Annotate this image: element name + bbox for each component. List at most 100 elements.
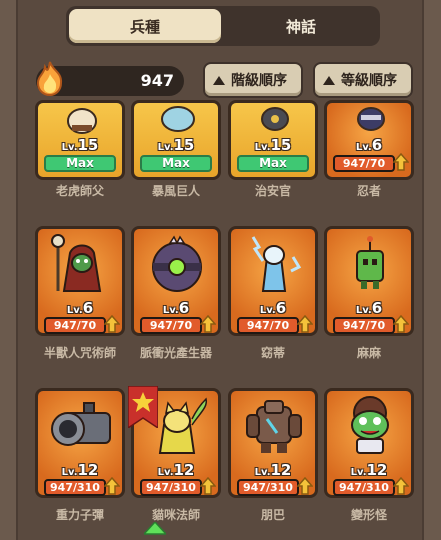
level-prefix: Lv. <box>157 142 174 153</box>
flame-icon <box>36 61 63 96</box>
ice-spirit-icon <box>251 236 302 292</box>
upgrade-arrow-icon <box>200 315 216 333</box>
unit-name: 暴風巨人 <box>151 184 200 198</box>
level-value: 6 <box>275 299 287 317</box>
level-value: 12 <box>77 461 99 479</box>
progress-bar: 947/310 <box>237 479 299 496</box>
shapeshifter-icon <box>351 396 389 454</box>
progress-bar: 947/70 <box>44 317 106 334</box>
unit-name: 麻麻 <box>356 346 381 360</box>
progress-text: 947/70 <box>53 319 97 332</box>
level-prefix: Lv. <box>355 305 372 316</box>
level-prefix: Lv. <box>254 467 271 478</box>
progress-bar: 947/310 <box>140 479 202 496</box>
sort-by-rank-label: 階級順序 <box>231 73 287 89</box>
max-badge: Max <box>44 155 116 172</box>
unit-name: 重力子彈 <box>55 508 104 522</box>
unit-card[interactable]: Lv.6 947/70 <box>35 226 125 336</box>
golem-icon <box>246 400 302 453</box>
unit-name: 脈衝光產生器 <box>139 346 212 360</box>
upgrade-arrow-icon <box>104 315 120 333</box>
cactus-robot-icon <box>356 236 384 289</box>
level-prefix: Lv. <box>350 467 367 478</box>
upgrade-arrow-icon <box>297 315 313 333</box>
unit-card[interactable]: Lv.12 947/310 <box>35 388 125 498</box>
progress-text: 947/310 <box>50 481 100 494</box>
unit-card[interactable]: Lv.15 Max <box>131 100 221 180</box>
unit-name: 治安官 <box>254 184 291 198</box>
pulse-generator-icon <box>152 235 202 292</box>
tiger-master-icon <box>67 108 97 134</box>
upgrade-arrow-icon <box>104 477 120 495</box>
level-prefix: Lv. <box>61 467 78 478</box>
progress-bar: 947/70 <box>140 317 202 334</box>
progress-bar: 947/70 <box>333 317 395 334</box>
unit-card[interactable]: Lv.6 947/70 <box>228 226 318 336</box>
level-prefix: Lv. <box>66 305 83 316</box>
unit-name: 貓咪法師 <box>151 508 200 522</box>
unit-card[interactable]: Lv.12 947/310 <box>324 388 414 498</box>
tab-bar: 兵種 神話 <box>66 6 380 46</box>
sheriff-icon <box>261 107 289 131</box>
progress-text: 947/310 <box>339 481 389 494</box>
unit-card[interactable]: Lv.6 947/70 <box>324 226 414 336</box>
unit-card[interactable]: Lv.15 Max <box>35 100 125 180</box>
storm-giant-icon <box>161 106 195 132</box>
favorite-star-flag-icon <box>128 386 158 428</box>
unit-card[interactable]: Lv.6 947/70 <box>131 226 221 336</box>
max-badge: Max <box>237 155 309 172</box>
level-value: 15 <box>173 136 195 154</box>
level-value: 12 <box>366 461 388 479</box>
progress-bar: 947/70 <box>333 155 395 172</box>
progress-text: 947/70 <box>246 319 290 332</box>
level-value: 15 <box>77 136 99 154</box>
level-value: 12 <box>173 461 195 479</box>
level-value: 12 <box>270 461 292 479</box>
level-prefix: Lv. <box>162 305 179 316</box>
unit-card[interactable]: Lv.12 947/310 <box>228 388 318 498</box>
unit-card[interactable]: Lv.15 Max <box>228 100 318 180</box>
level-prefix: Lv. <box>157 467 174 478</box>
upgrade-arrow-icon <box>297 477 313 495</box>
level-value: 6 <box>178 299 190 317</box>
unit-name: 變形怪 <box>350 508 387 522</box>
level-prefix: Lv. <box>61 142 78 153</box>
tab-mythic[interactable]: 神話 <box>225 9 377 43</box>
unit-name: 半獸人咒術師 <box>43 346 116 360</box>
progress-bar: 947/310 <box>333 479 395 496</box>
progress-text: 947/70 <box>342 319 386 332</box>
sort-by-rank-button[interactable]: 階級順序 <box>203 62 303 98</box>
level-value: 6 <box>82 299 94 317</box>
upgrade-arrow-icon <box>393 315 409 333</box>
progress-text: 947/310 <box>243 481 293 494</box>
unit-name: 朋巴 <box>260 508 285 522</box>
unit-card[interactable]: Lv.6 947/70 <box>324 100 414 180</box>
green-gem-icon <box>144 522 166 535</box>
sort-by-level-button[interactable]: 等級順序 <box>313 62 413 98</box>
level-prefix: Lv. <box>254 142 271 153</box>
orc-shaman-icon <box>51 234 102 292</box>
upgrade-arrow-icon <box>393 477 409 495</box>
level-value: 15 <box>270 136 292 154</box>
level-prefix: Lv. <box>259 305 276 316</box>
sort-by-level-label: 等級順序 <box>341 73 397 89</box>
unit-name: 窈蒂 <box>260 346 285 360</box>
upgrade-arrow-icon <box>200 477 216 495</box>
triangle-up-icon <box>213 75 225 85</box>
level-prefix: Lv. <box>355 142 372 153</box>
progress-text: 947/70 <box>342 157 386 170</box>
triangle-up-icon <box>323 75 335 85</box>
level-value: 6 <box>371 136 383 154</box>
progress-bar: 947/70 <box>237 317 299 334</box>
unit-name: 老虎師父 <box>55 184 104 198</box>
max-badge: Max <box>140 155 212 172</box>
resource-value: 947 <box>140 71 174 90</box>
level-value: 6 <box>371 299 383 317</box>
progress-bar: 947/310 <box>44 479 106 496</box>
progress-text: 947/70 <box>149 319 193 332</box>
resource-counter: 947 <box>36 61 184 96</box>
ninja-icon <box>357 107 385 131</box>
tab-troops[interactable]: 兵種 <box>69 9 221 43</box>
progress-text: 947/310 <box>146 481 196 494</box>
upgrade-arrow-icon <box>393 153 409 171</box>
